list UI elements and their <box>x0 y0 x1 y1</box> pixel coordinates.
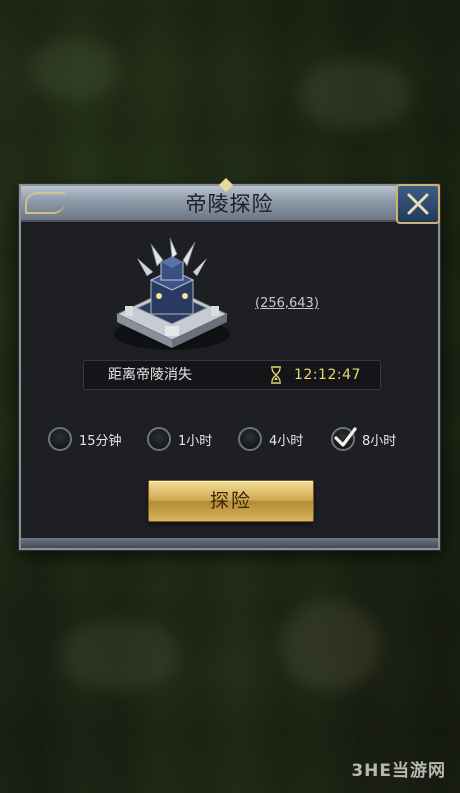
explore-button[interactable]: 探险 <box>148 480 314 522</box>
close-button[interactable] <box>396 184 440 224</box>
dialog-header: 帝陵探险 <box>21 177 438 222</box>
option-label: 4小时 <box>269 433 304 449</box>
imperial-tomb-image[interactable] <box>107 236 237 356</box>
dialog-bottom-border <box>21 538 438 548</box>
countdown-label: 距离帝陵消失 <box>108 367 192 383</box>
radio-button[interactable] <box>147 427 171 451</box>
tomb-exploration-dialog: 帝陵探险 (256,643) 距离帝陵消失 12:12:47 15分钟 1小时 … <box>19 177 440 550</box>
dialog-title: 帝陵探险 <box>185 192 274 216</box>
tomb-coordinates-link[interactable]: (256,643) <box>255 296 319 311</box>
countdown-bar: 距离帝陵消失 12:12:47 <box>83 360 381 390</box>
option-label: 15分钟 <box>79 433 122 449</box>
duration-option-1h[interactable]: 1小时 <box>147 425 212 453</box>
option-label: 8小时 <box>362 433 397 449</box>
hourglass-icon <box>271 366 281 384</box>
radio-button[interactable] <box>238 427 262 451</box>
close-x-icon <box>407 193 429 215</box>
radio-button[interactable] <box>48 427 72 451</box>
radio-button-selected[interactable] <box>331 427 357 451</box>
countdown-time: 12:12:47 <box>294 367 361 383</box>
site-watermark: 3HE当游网 <box>351 761 446 781</box>
checkmark-icon <box>334 427 357 447</box>
duration-option-4h[interactable]: 4小时 <box>238 425 303 453</box>
explore-button-label: 探险 <box>209 490 252 512</box>
duration-option-8h[interactable]: 8小时 <box>331 425 396 453</box>
duration-option-15min[interactable]: 15分钟 <box>48 425 122 453</box>
option-label: 1小时 <box>178 433 213 449</box>
